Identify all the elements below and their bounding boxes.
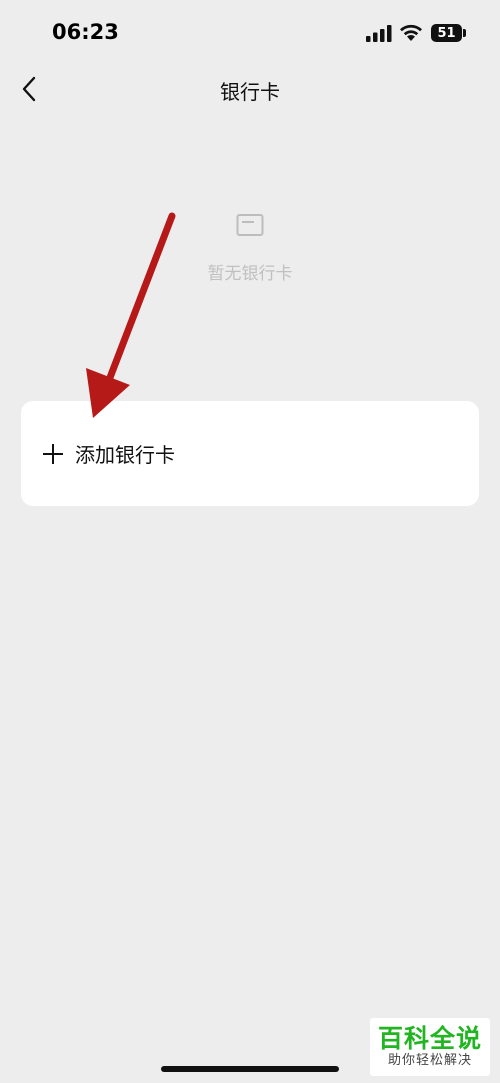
battery-cap (463, 29, 466, 37)
navigation-bar: 银行卡 (0, 68, 500, 110)
watermark-title: 百科全说 (377, 1024, 482, 1053)
plus-icon (43, 443, 63, 464)
status-time: 06:23 (52, 20, 119, 44)
signal-icon (366, 25, 392, 42)
watermark-logo: 百科全说 助你轻松解决 (370, 1018, 490, 1076)
watermark-subtitle: 助你轻松解决 (387, 1053, 472, 1068)
add-bank-card-button[interactable]: 添加银行卡 (21, 401, 479, 506)
battery-indicator: 51 (431, 24, 462, 42)
bank-card-icon (236, 214, 264, 236)
status-bar: 06:23 51 (0, 0, 500, 68)
empty-state-text: 暂无银行卡 (207, 264, 293, 284)
battery-level: 51 (437, 25, 456, 41)
home-indicator[interactable] (161, 1066, 339, 1072)
add-bank-card-label: 添加银行卡 (75, 443, 175, 467)
wifi-icon (400, 24, 422, 41)
page-title: 银行卡 (220, 80, 280, 104)
empty-state: 暂无银行卡 (0, 213, 500, 284)
